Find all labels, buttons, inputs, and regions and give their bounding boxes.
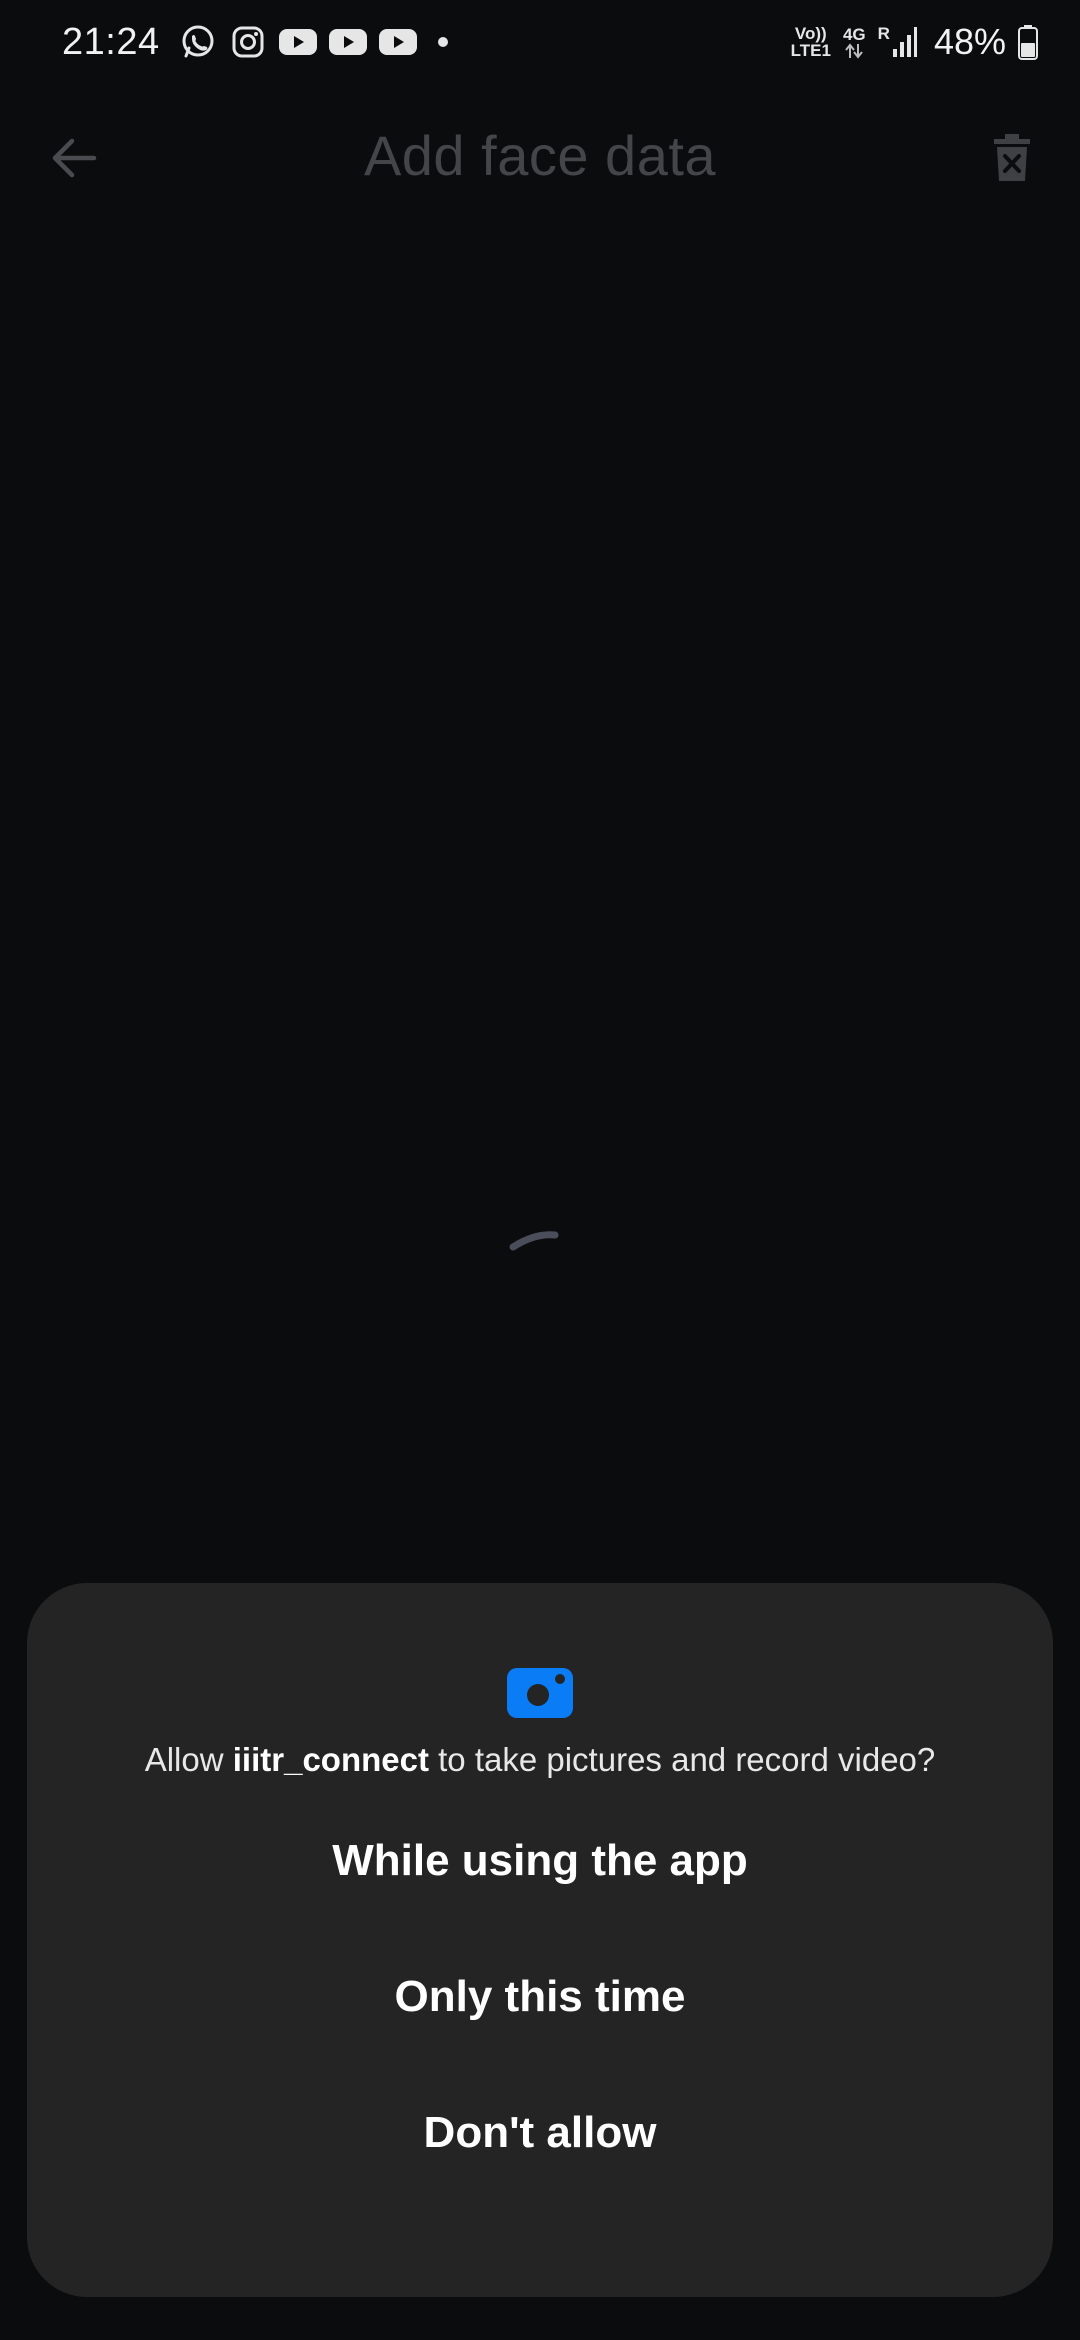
data-arrows-icon xyxy=(845,42,864,59)
volte-label: Vo)) xyxy=(794,24,827,43)
whatsapp-icon xyxy=(178,22,218,62)
battery-percent: 48% xyxy=(933,21,1006,62)
delete-face-data-button[interactable] xyxy=(984,126,1040,190)
screen: 21:24 Vo)) LTE1 4G R 48% Add face data A… xyxy=(0,0,1080,2340)
permission-message: Allow iiitr_connect to take pictures and… xyxy=(145,1741,936,1779)
youtube-icon xyxy=(328,22,368,62)
signal-indicator: R xyxy=(878,25,918,59)
network-type-indicator: 4G xyxy=(843,26,866,59)
deny-button[interactable]: Don't allow xyxy=(90,2073,990,2193)
message-suffix: to take pictures and record video? xyxy=(428,1741,936,1778)
camera-icon xyxy=(507,1668,573,1718)
loading-spinner xyxy=(505,1225,575,1275)
trash-x-icon xyxy=(994,134,1030,181)
status-right: Vo)) LTE1 4G R 48% xyxy=(791,21,1038,63)
status-left: 21:24 xyxy=(62,21,448,64)
arrow-left-icon xyxy=(52,138,97,178)
roaming-label: R xyxy=(877,24,890,43)
youtube-icon xyxy=(278,22,318,62)
instagram-icon xyxy=(228,22,268,62)
allow-once-button[interactable]: Only this time xyxy=(90,1937,990,2057)
volte-indicator: Vo)) LTE1 xyxy=(791,25,831,59)
status-bar: 21:24 Vo)) LTE1 4G R 48% xyxy=(0,0,1080,84)
network-type-label: 4G xyxy=(842,24,866,44)
message-prefix: Allow xyxy=(144,1741,233,1778)
app-name: iiitr_connect xyxy=(232,1741,429,1778)
more-notifications-dot xyxy=(437,37,448,47)
youtube-icon xyxy=(378,22,418,62)
permission-dialog: Allow iiitr_connect to take pictures and… xyxy=(27,1583,1053,2297)
app-bar: Add face data xyxy=(0,110,1080,200)
battery-icon xyxy=(1018,25,1038,60)
status-time: 21:24 xyxy=(62,20,160,63)
signal-icon xyxy=(892,27,917,57)
allow-while-using-button[interactable]: While using the app xyxy=(90,1801,990,1921)
page-title: Add face data xyxy=(363,123,717,187)
lte-label: LTE1 xyxy=(790,41,831,60)
back-button[interactable] xyxy=(44,128,104,188)
